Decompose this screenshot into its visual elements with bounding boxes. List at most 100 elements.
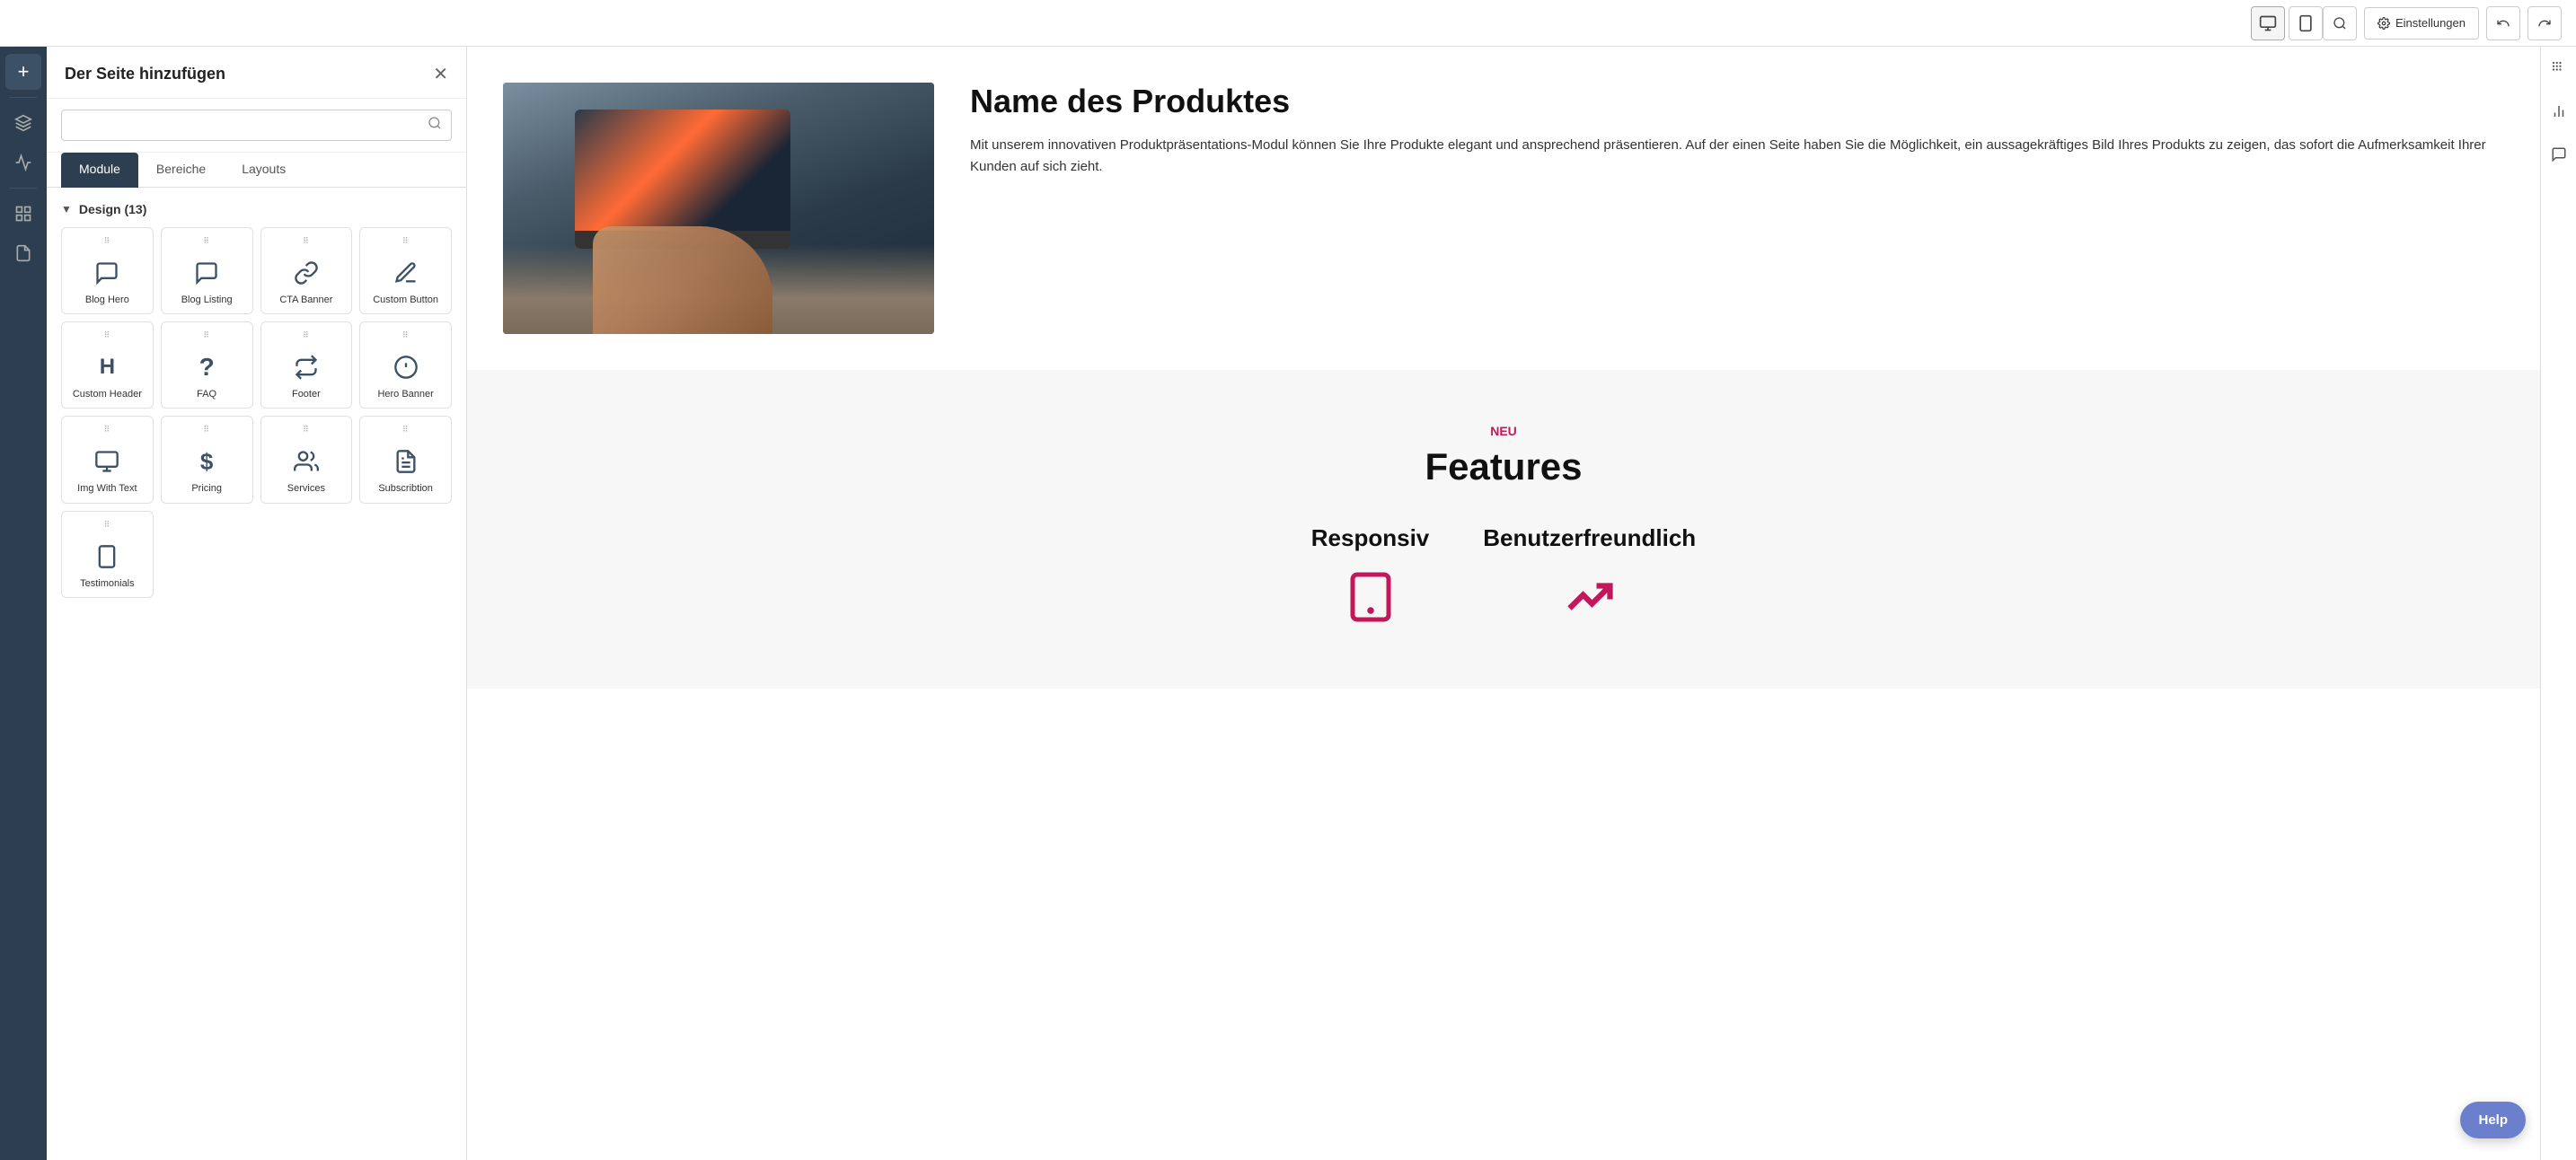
product-image [503, 83, 934, 334]
features-title: Features [503, 445, 2504, 488]
testimonials-icon [91, 540, 123, 573]
elements-btn[interactable] [5, 196, 41, 232]
section-label: Design (13) [79, 202, 146, 216]
settings-btn[interactable]: Einstellungen [2364, 7, 2479, 40]
hero-banner-label: Hero Banner [377, 389, 433, 400]
module-subscribtion[interactable]: ⠿ Subscribtion [359, 416, 452, 503]
custom-header-icon: H [91, 351, 123, 383]
blog-listing-label: Blog Listing [181, 294, 233, 306]
drag-dots: ⠿ [104, 521, 111, 535]
module-services[interactable]: ⠿ Services [260, 416, 353, 503]
features-section: NEU Features Responsiv Benutzerfreundlic… [467, 370, 2540, 689]
device-switcher [2251, 6, 2323, 40]
footer-label: Footer [292, 389, 321, 400]
mobile-btn[interactable] [2289, 6, 2323, 40]
services-label: Services [287, 483, 325, 495]
drag-dots: ⠿ [303, 237, 310, 251]
product-title: Name des Produktes [970, 83, 2504, 120]
tablet-icon [1311, 570, 1430, 635]
canvas-area: Name des Produktes Mit unserem innovativ… [467, 47, 2540, 1160]
module-custom-header[interactable]: ⠿ H Custom Header [61, 321, 154, 409]
blog-hero-icon [91, 257, 123, 289]
add-btn[interactable]: + [5, 54, 41, 90]
drag-dots: ⠿ [303, 331, 310, 346]
chat-btn[interactable] [2545, 140, 2573, 169]
bar-chart-btn[interactable] [2545, 97, 2573, 126]
panel-tabs: Module Bereiche Layouts [47, 153, 466, 188]
hero-banner-icon [390, 351, 422, 383]
search-input-wrap [61, 110, 452, 141]
pages-btn[interactable] [5, 235, 41, 271]
faq-icon: ? [190, 351, 223, 383]
search-input[interactable] [71, 119, 420, 133]
module-footer[interactable]: ⠿ Footer [260, 321, 353, 409]
module-custom-button[interactable]: ⠿ Custom Button [359, 227, 452, 314]
module-testimonials[interactable]: ⠿ Testimonials [61, 511, 154, 598]
panel-header: Der Seite hinzufügen ✕ [47, 47, 466, 99]
module-hero-banner[interactable]: ⠿ Hero Banner [359, 321, 452, 409]
search-topbar-btn[interactable] [2323, 6, 2357, 40]
help-button[interactable]: Help [2460, 1102, 2526, 1138]
module-cta-banner[interactable]: ⠿ CTA Banner [260, 227, 353, 314]
module-grid: ⠿ Blog Hero ⠿ Blog Listing ⠿ [61, 227, 452, 598]
topbar-right: Einstellungen [2323, 6, 2562, 40]
sidebar-divider-1 [10, 97, 37, 98]
tab-bereiche[interactable]: Bereiche [138, 153, 224, 188]
drag-dots: ⠿ [104, 426, 111, 440]
custom-button-label: Custom Button [373, 294, 438, 306]
module-blog-listing[interactable]: ⠿ Blog Listing [161, 227, 253, 314]
main-layout: + Der Seite hinzufügen ✕ [0, 47, 2576, 1160]
sidebar-divider-2 [10, 188, 37, 189]
module-faq[interactable]: ⠿ ? FAQ [161, 321, 253, 409]
feature-benutzerfreundlich-name: Benutzerfreundlich [1483, 524, 1696, 552]
close-panel-btn[interactable]: ✕ [433, 63, 448, 85]
right-sidebar [2540, 47, 2576, 1160]
drag-dots: ⠿ [203, 331, 210, 346]
redo-btn[interactable] [2527, 6, 2562, 40]
drag-dots: ⠿ [203, 237, 210, 251]
feature-responsiv-name: Responsiv [1311, 524, 1430, 552]
desktop-btn[interactable] [2251, 6, 2285, 40]
module-list: ▼ Design (13) ⠿ Blog Hero ⠿ Bl [47, 188, 466, 1160]
add-panel: Der Seite hinzufügen ✕ Module Bereiche L… [47, 47, 467, 1160]
canvas-inner: Name des Produktes Mit unserem innovativ… [467, 47, 2540, 1160]
testimonials-label: Testimonials [80, 578, 135, 590]
module-img-with-text[interactable]: ⠿ Img With Text [61, 416, 154, 503]
product-desc: Mit unserem innovativen Produktpräsentat… [970, 135, 2504, 178]
grid-icon-btn[interactable] [2545, 54, 2573, 83]
img-with-text-icon [91, 445, 123, 478]
analytics-btn[interactable] [5, 145, 41, 180]
chart-arrow-icon [1483, 570, 1696, 635]
undo-btn[interactable] [2486, 6, 2520, 40]
feature-responsiv: Responsiv [1311, 524, 1430, 635]
sidebar-thin: + [0, 47, 47, 1160]
cta-banner-icon [290, 257, 322, 289]
layers-btn[interactable] [5, 105, 41, 141]
module-pricing[interactable]: ⠿ $ Pricing [161, 416, 253, 503]
panel-title: Der Seite hinzufügen [65, 65, 225, 83]
subscribtion-icon [390, 445, 422, 478]
faq-label: FAQ [197, 389, 216, 400]
drag-dots: ⠿ [303, 426, 310, 440]
tab-layouts[interactable]: Layouts [224, 153, 304, 188]
module-blog-hero[interactable]: ⠿ Blog Hero [61, 227, 154, 314]
cta-banner-label: CTA Banner [279, 294, 332, 306]
search-icon[interactable] [428, 116, 442, 135]
features-label: NEU [503, 424, 2504, 438]
img-with-text-label: Img With Text [77, 483, 137, 495]
search-bar [47, 99, 466, 153]
blog-hero-label: Blog Hero [85, 294, 129, 306]
product-section: Name des Produktes Mit unserem innovativ… [467, 47, 2540, 370]
section-header[interactable]: ▼ Design (13) [61, 202, 452, 216]
topbar: Einstellungen [0, 0, 2576, 47]
drag-dots: ⠿ [402, 426, 410, 440]
pricing-icon: $ [190, 445, 223, 478]
pricing-label: Pricing [191, 483, 222, 495]
feature-benutzerfreundlich: Benutzerfreundlich [1483, 524, 1696, 635]
drag-dots: ⠿ [402, 237, 410, 251]
subscribtion-label: Subscribtion [378, 483, 433, 495]
tab-module[interactable]: Module [61, 153, 138, 188]
blog-listing-icon [190, 257, 223, 289]
drag-dots: ⠿ [104, 237, 111, 251]
product-text: Name des Produktes Mit unserem innovativ… [970, 83, 2504, 334]
